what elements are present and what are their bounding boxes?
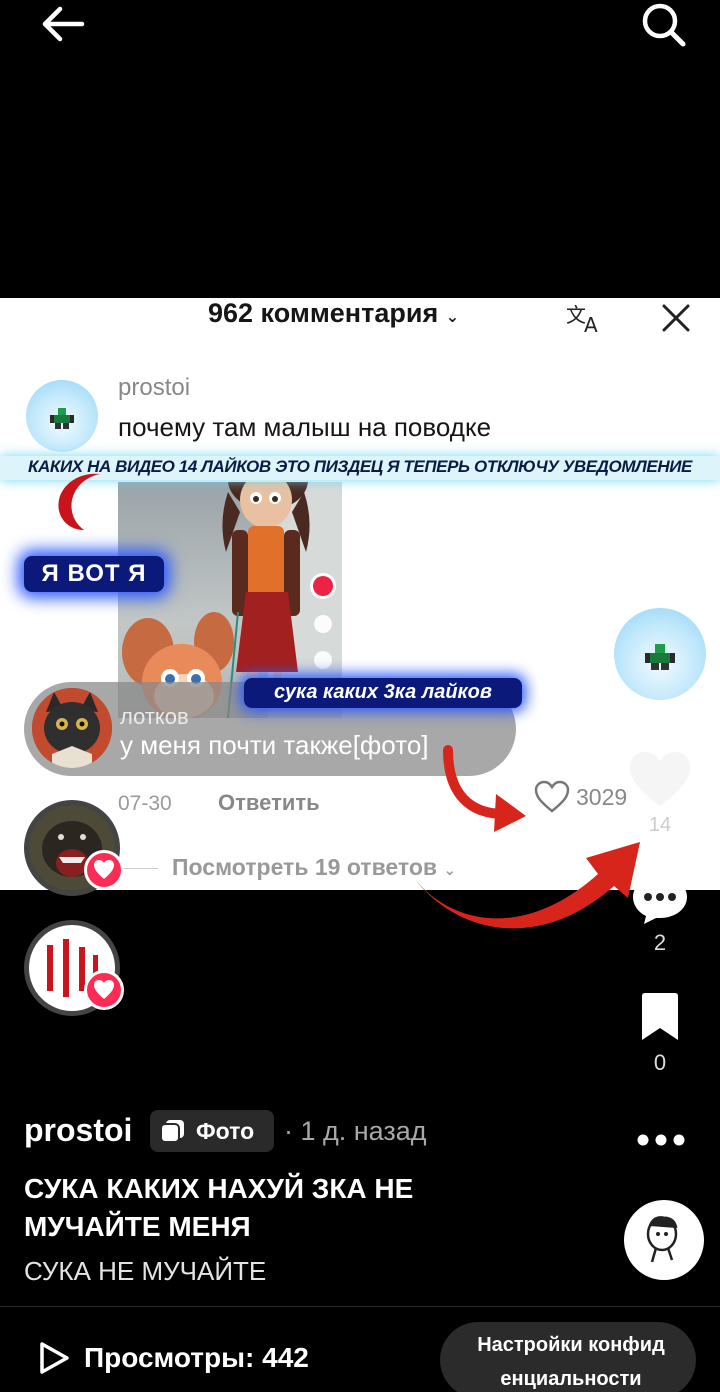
top-bar [0, 0, 720, 60]
sound-avatar-icon [646, 1216, 678, 1263]
search-button[interactable] [636, 0, 688, 48]
svg-text:A: A [584, 313, 598, 336]
divider [118, 868, 158, 869]
heart-outline-icon [534, 780, 570, 813]
roblox-figure-icon [50, 408, 74, 429]
photo-tag: Фото [150, 1110, 274, 1152]
bookmark-icon [642, 993, 678, 1040]
heart-badge-icon [84, 850, 124, 890]
close-icon [658, 300, 694, 336]
post-title: СУКА КАКИХ НАХУЙ ЗКА НЕ МУЧАЙТЕ МЕНЯ [24, 1173, 414, 1242]
post-description: СУКА НЕ МУЧАЙТЕ [24, 1256, 267, 1286]
roblox-figure-icon [645, 644, 675, 670]
more-button[interactable] [636, 1128, 686, 1152]
creator-avatar[interactable] [614, 608, 706, 700]
bookmark-button[interactable] [638, 992, 682, 1042]
divider [0, 1306, 720, 1307]
text-sticker: сука каких 3ка лайков [244, 678, 522, 708]
comments-header: 962 комментария ⌄ 文 A [0, 298, 720, 337]
music-disc[interactable] [624, 1200, 704, 1280]
bookmark-count: 0 [653, 1050, 667, 1075]
privacy-settings-button[interactable]: Настройки конфид енциальности [440, 1322, 696, 1392]
more-dots-icon [637, 1134, 685, 1146]
svg-text:文: 文 [566, 303, 586, 327]
play-outline-icon [40, 1342, 69, 1374]
comment-like-count: 3029 [576, 784, 628, 810]
reply-link: Ответить [218, 790, 320, 815]
red-arrow-small [443, 745, 526, 832]
post-time: · 1 д. назад [284, 1116, 427, 1146]
text-sticker: Я ВОТ Я [24, 556, 164, 592]
comment-count: 2 [653, 930, 667, 955]
like-button[interactable] [626, 748, 694, 810]
post-photo[interactable]: 962 комментария ⌄ 文 A prostoi почему там… [0, 298, 720, 890]
arrow-left-icon [42, 6, 85, 42]
avatar [26, 380, 98, 452]
author-username[interactable]: prostoi [24, 1112, 132, 1149]
heart-icon [630, 752, 690, 806]
comments-count: 962 комментария ⌄ [208, 298, 460, 328]
comment-button[interactable] [630, 872, 690, 926]
reply-text: у меня почти также[фото] [120, 730, 429, 760]
search-icon [642, 3, 686, 47]
cat-image [32, 688, 112, 768]
comment-text: почему там малыш на поводке [118, 412, 492, 442]
red-moon-icon [58, 473, 100, 530]
photo-icon [160, 1120, 184, 1143]
comment-date: 07-30 [118, 792, 172, 815]
comment-bubble-icon [633, 876, 687, 924]
reply-username: лотков [120, 704, 189, 729]
comment-username: prostoi [118, 374, 191, 401]
back-button[interactable] [38, 2, 86, 46]
heart-badge-icon [84, 970, 124, 1010]
avatar [32, 688, 112, 768]
like-count: 14 [648, 814, 672, 836]
translate-icon: 文 A [564, 300, 606, 337]
red-arrow-large [404, 842, 640, 929]
